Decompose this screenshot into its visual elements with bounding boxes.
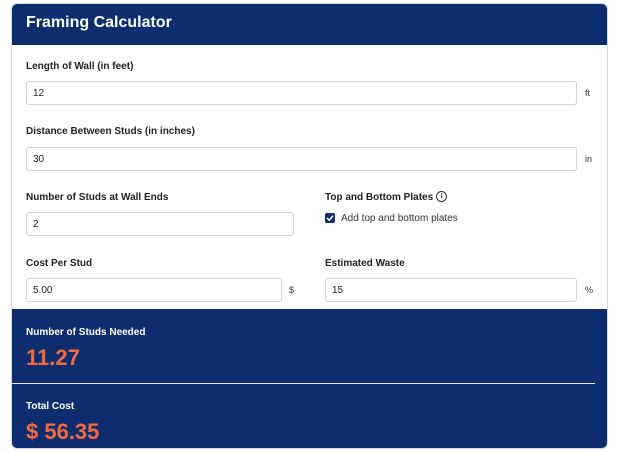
- wall-length-label: Length of Wall (in feet): [26, 61, 134, 72]
- wall-length-input[interactable]: [26, 81, 577, 105]
- plates-label: Top and Bottom Plates i: [325, 191, 448, 204]
- framing-calculator-card: Framing Calculator Length of Wall (in fe…: [11, 3, 608, 449]
- waste-input[interactable]: [325, 278, 577, 302]
- calculator-header: Framing Calculator: [12, 4, 607, 45]
- info-icon[interactable]: i: [436, 191, 448, 202]
- plates-label-text: Top and Bottom Plates: [325, 192, 434, 204]
- cost-per-stud-unit: $: [289, 285, 295, 295]
- total-cost-label: Total Cost: [26, 401, 75, 412]
- stud-distance-input[interactable]: [26, 147, 577, 171]
- waste-unit: %: [585, 285, 594, 295]
- stud-distance-label: Distance Between Studs (in inches): [26, 126, 195, 137]
- studs-at-ends-label: Number of Studs at Wall Ends: [26, 192, 169, 203]
- wall-length-unit: ft: [585, 88, 591, 98]
- total-cost-value: $ 56.35: [26, 419, 100, 444]
- waste-label: Estimated Waste: [325, 258, 405, 269]
- studs-needed-value: 11.27: [26, 345, 80, 370]
- cost-per-stud-input[interactable]: [26, 278, 282, 302]
- calculator-title: Framing Calculator: [26, 14, 172, 31]
- stud-distance-unit: in: [585, 154, 593, 164]
- results-panel: Number of Studs Needed 11.27 Total Cost …: [12, 309, 607, 448]
- plates-checkbox-label[interactable]: Add top and bottom plates: [341, 213, 458, 224]
- results-divider: [12, 383, 595, 384]
- studs-at-ends-input[interactable]: [26, 212, 294, 236]
- cost-per-stud-label: Cost Per Stud: [26, 258, 93, 269]
- checkmark-icon: [326, 215, 334, 222]
- studs-needed-label: Number of Studs Needed: [26, 327, 146, 338]
- plates-checkbox[interactable]: [325, 213, 335, 223]
